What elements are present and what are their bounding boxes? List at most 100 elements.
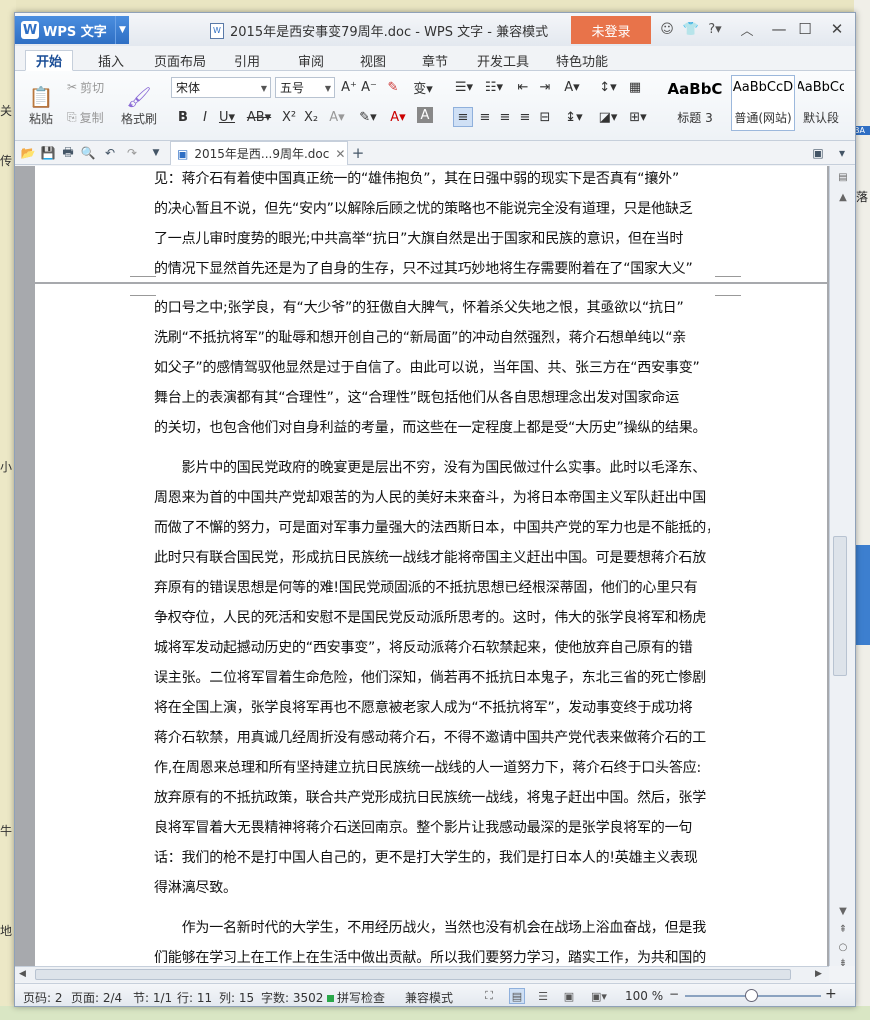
tab-developer[interactable]: 开发工具 [473, 50, 533, 71]
tab-insert[interactable]: 插入 [89, 50, 133, 71]
style-default-para[interactable]: AaBbCc 默认段 [797, 75, 845, 131]
spell-check-toggle[interactable]: 拼写检查 [327, 989, 385, 1006]
close-button[interactable]: ✕ [823, 17, 851, 41]
phonetic-icon[interactable]: 变▾ [409, 77, 437, 97]
status-section[interactable]: 节: 1/1 [133, 989, 172, 1006]
cut-button[interactable]: ✂ 剪切 [67, 77, 104, 97]
grow-font-icon[interactable]: A⁺ [339, 77, 359, 97]
split-view-icon[interactable]: ▤ [836, 170, 850, 184]
strikethrough-icon[interactable]: AB▾ [245, 107, 273, 127]
tab-menu-icon[interactable]: ▾ [833, 144, 851, 162]
underline-icon[interactable]: U▾ [217, 107, 237, 127]
text-effect-icon[interactable]: A▾ [327, 107, 347, 127]
vertical-scrollbar[interactable]: ▤ ▲ ▼ ⇞ ○ ⇟ [829, 166, 855, 969]
borders-icon[interactable]: ⊞▾ [625, 107, 651, 127]
text-line: 蒋介石软禁，用真诚几经周折没有感动蒋介石，不得不邀请中国共产党代表来做蒋介石的工 [154, 730, 706, 746]
font-name-select[interactable]: 宋体 ▼ [171, 77, 271, 98]
scroll-left-icon[interactable]: ◀ [19, 969, 26, 979]
save-icon[interactable]: 💾 [39, 144, 57, 162]
customize-quickbar-icon[interactable]: ▼ [147, 144, 165, 162]
shading-icon[interactable]: ◪▾ [595, 107, 621, 127]
help-icon[interactable]: ?▾ [705, 19, 725, 39]
zoom-out-icon[interactable]: − [669, 987, 679, 1001]
sort-icon[interactable]: ↕▾ [595, 77, 621, 97]
page-view-icon[interactable]: ▤ [509, 988, 525, 1004]
tab-page-layout[interactable]: 页面布局 [147, 50, 213, 71]
numbered-list-icon[interactable]: ☷▾ [481, 77, 507, 97]
tab-view[interactable]: 视图 [353, 50, 393, 71]
vertical-scroll-thumb[interactable] [833, 536, 847, 676]
status-page-number[interactable]: 页码: 2 [23, 989, 63, 1006]
superscript-icon[interactable]: X² [279, 107, 299, 127]
next-page-icon[interactable]: ⇟ [836, 956, 850, 970]
scroll-up-icon[interactable]: ▲ [836, 190, 850, 204]
status-pages[interactable]: 页面: 2/4 [71, 989, 122, 1006]
open-folder-icon[interactable]: 📂 [19, 144, 37, 162]
text-line: 的情况下显然首先还是为了自身的生存，只不过其巧妙地将生存需要附着在了“国家大义” [154, 261, 693, 277]
outline-view-icon[interactable]: ☰ [535, 988, 551, 1004]
horizontal-scroll-thumb[interactable] [35, 969, 791, 980]
decrease-indent-icon[interactable]: ⇤ [513, 77, 533, 97]
status-word-count[interactable]: 字数: 3502 [261, 989, 323, 1006]
zoom-slider-knob[interactable] [745, 989, 758, 1002]
document-canvas[interactable]: 见：蒋介石有着使中国真正统一的“雄伟抱负”，其在日强中弱的现实下是否真有“攘外”… [15, 166, 829, 966]
highlight-icon[interactable]: ✎▾ [355, 107, 381, 127]
print-preview-icon[interactable]: 🔍 [79, 144, 97, 162]
italic-icon[interactable]: I [195, 107, 215, 127]
app-menu-button[interactable]: W WPS 文字 ▼ [15, 16, 129, 44]
horizontal-scrollbar[interactable]: ◀ ▶ [15, 966, 829, 982]
change-case-icon[interactable]: A▾ [559, 77, 585, 97]
paste-button[interactable]: 📋 粘贴 [21, 75, 61, 135]
zoom-in-icon[interactable]: + [825, 986, 837, 1002]
copy-button[interactable]: ⎘ 复制 [67, 107, 104, 127]
undo-icon[interactable]: ↶ [101, 144, 119, 162]
reading-mode-icon[interactable]: ▣▾ [587, 988, 611, 1004]
redo-icon[interactable]: ↷ [123, 144, 141, 162]
tab-home[interactable]: 开始 [25, 50, 73, 71]
status-column[interactable]: 列: 15 [219, 989, 254, 1006]
tab-references[interactable]: 引用 [227, 50, 267, 71]
collapse-ribbon-icon[interactable]: ︿ [737, 19, 757, 39]
new-tab-icon[interactable]: + [349, 144, 367, 162]
bullet-list-icon[interactable]: ☰▾ [451, 77, 477, 97]
maximize-button[interactable]: ☐ [791, 17, 819, 41]
scroll-down-icon[interactable]: ▼ [836, 904, 850, 918]
table-icon[interactable]: ▦ [625, 77, 645, 97]
style-normal-web[interactable]: AaBbCcD 普通(网站) [731, 75, 795, 131]
subscript-icon[interactable]: X₂ [301, 107, 321, 127]
increase-indent-icon[interactable]: ⇥ [535, 77, 555, 97]
tab-special[interactable]: 特色功能 [549, 50, 615, 71]
distribute-icon[interactable]: ⊟ [535, 107, 555, 127]
full-screen-icon[interactable]: ⛶ [481, 988, 497, 1004]
print-icon[interactable]: 🖶 [59, 144, 77, 162]
minimize-button[interactable]: — [765, 17, 793, 41]
align-center-icon[interactable]: ≡ [475, 107, 495, 127]
clear-format-icon[interactable]: ✎ [383, 77, 403, 97]
previous-page-icon[interactable]: ⇞ [836, 922, 850, 936]
zoom-level[interactable]: 100 % [625, 989, 663, 1003]
align-left-icon[interactable]: ≡ [453, 107, 473, 127]
font-size-select[interactable]: 五号 ▼ [275, 77, 335, 98]
justify-icon[interactable]: ≡ [515, 107, 535, 127]
format-painter-button[interactable]: 🖌 格式刷 [117, 75, 161, 135]
tab-review[interactable]: 审阅 [289, 50, 333, 71]
close-tab-icon[interactable]: ✕ [335, 147, 345, 161]
status-row[interactable]: 行: 11 [177, 989, 212, 1006]
line-spacing-icon[interactable]: ↨▾ [561, 107, 587, 127]
feedback-icon[interactable]: ☺ [657, 19, 677, 39]
bold-icon[interactable]: B [173, 107, 193, 127]
tab-chapter[interactable]: 章节 [413, 50, 457, 71]
app-menu-dropdown-icon[interactable]: ▼ [115, 16, 129, 44]
skin-icon[interactable]: 👕 [681, 19, 701, 39]
select-browse-object-icon[interactable]: ○ [836, 940, 850, 954]
font-color-icon[interactable]: A▾ [385, 107, 411, 127]
web-view-icon[interactable]: ▣ [561, 988, 577, 1004]
scroll-right-icon[interactable]: ▶ [815, 969, 822, 979]
tab-list-icon[interactable]: ▣ [809, 144, 827, 162]
document-tab[interactable]: ▣ 2015年是西...9周年.doc ✕ [170, 141, 348, 165]
login-button[interactable]: 未登录 [571, 16, 651, 44]
style-heading3[interactable]: AaBbC 标题 3 [663, 75, 727, 131]
align-right-icon[interactable]: ≡ [495, 107, 515, 127]
shrink-font-icon[interactable]: A⁻ [359, 77, 379, 97]
char-shading-icon[interactable]: A [417, 107, 433, 123]
